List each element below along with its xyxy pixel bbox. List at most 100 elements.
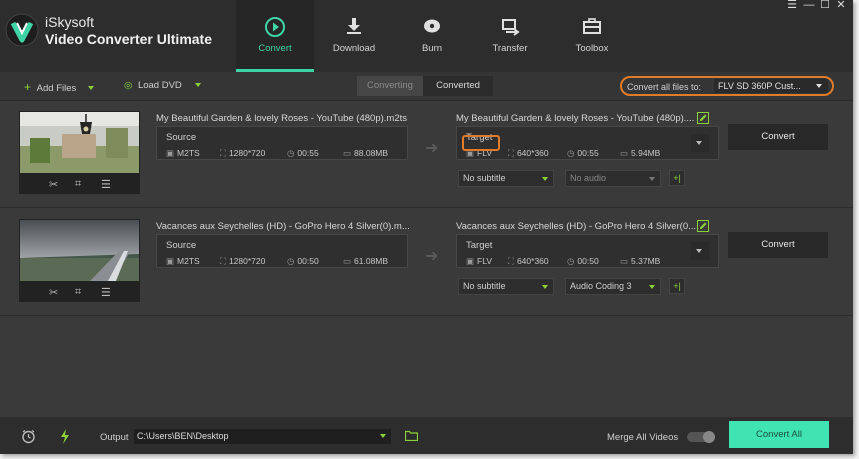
format-highlight: [462, 135, 500, 151]
load-dvd-button[interactable]: ◎ Load DVD: [124, 80, 202, 91]
convert-icon: [265, 17, 285, 37]
minimize-icon[interactable]: —: [803, 0, 815, 12]
audio-select[interactable]: Audio Coding 3: [565, 278, 661, 295]
resolution-icon: ⛶: [508, 256, 514, 266]
folder-icon: ▭: [343, 256, 352, 266]
convert-all-format-value: FLV SD 360P Cust...: [718, 81, 801, 91]
film-icon: ▣: [166, 256, 175, 266]
convert-all-button[interactable]: Convert All: [729, 421, 829, 448]
video-thumbnail[interactable]: ✂ ⌗ ☰: [19, 111, 140, 194]
alarm-clock-icon[interactable]: [21, 429, 36, 444]
target-size: 5.37MB: [631, 256, 661, 266]
dvd-icon: ◎: [124, 80, 133, 91]
film-icon: ▣: [166, 148, 175, 158]
convert-button[interactable]: Convert: [728, 232, 828, 258]
target-title: My Beautiful Garden & lovely Roses - You…: [456, 113, 695, 124]
subtitle-select[interactable]: No subtitle: [458, 170, 554, 187]
target-heading: Target: [466, 240, 493, 251]
file-row: ✂ ⌗ ☰ Vacances aux Seychelles (HD) - GoP…: [0, 208, 853, 316]
tab-toolbox[interactable]: Toolbox: [554, 0, 630, 72]
add-icon: +: [24, 80, 32, 94]
thumbnail-tools: ✂ ⌗ ☰: [19, 174, 140, 194]
target-duration: 00:50: [577, 256, 599, 266]
brand-name: iSkysoft: [45, 14, 95, 30]
target-resolution: 640*360: [516, 148, 549, 158]
source-heading: Source: [166, 240, 197, 251]
source-resolution: 1280*720: [228, 148, 266, 158]
maximize-icon[interactable]: ☐: [819, 0, 831, 12]
tab-transfer[interactable]: Transfer: [472, 0, 548, 72]
audio-value: Audio Coding 3: [570, 281, 632, 291]
target-size: 5.94MB: [631, 148, 661, 158]
effects-icon[interactable]: ☰: [101, 286, 111, 299]
source-title: Vacances aux Seychelles (HD) - GoPro Her…: [156, 221, 410, 232]
folder-icon: ▭: [620, 256, 629, 266]
open-folder-icon[interactable]: [405, 430, 418, 441]
scissors-icon[interactable]: ✂: [49, 286, 58, 299]
tab-toolbox-label: Toolbox: [575, 43, 609, 54]
convert-button[interactable]: Convert: [728, 124, 828, 150]
convert-all-format-select[interactable]: FLV SD 360P Cust...: [714, 79, 828, 93]
tab-download-label: Download: [332, 43, 376, 54]
target-title: Vacances aux Seychelles (HD) - GoPro Her…: [456, 221, 697, 232]
video-thumbnail[interactable]: ✂ ⌗ ☰: [19, 219, 140, 302]
clock-icon: ◷: [567, 256, 575, 266]
chevron-down-icon[interactable]: [87, 86, 94, 91]
edit-icon[interactable]: [697, 112, 709, 124]
crop-icon[interactable]: ⌗: [75, 178, 81, 191]
folder-icon: ▭: [343, 148, 352, 158]
file-row: ✂ ⌗ ☰ My Beautiful Garden & lovely Roses…: [0, 100, 853, 208]
chevron-down-icon: [696, 141, 702, 145]
arrow-right-icon: ➜: [425, 248, 439, 265]
source-heading: Source: [166, 132, 197, 143]
output-path-value: C:\Users\BEN\Desktop: [137, 431, 229, 441]
lightning-icon[interactable]: [60, 429, 70, 444]
source-title: My Beautiful Garden & lovely Roses - You…: [156, 113, 407, 124]
target-format-dropdown[interactable]: [691, 242, 709, 260]
add-audio-icon[interactable]: +|: [669, 278, 685, 294]
audio-value: No audio: [570, 173, 607, 183]
top-bar: iSkysoft Video Converter Ultimate Conver…: [0, 0, 853, 72]
status-tabs: Converting Converted: [357, 76, 493, 96]
thumbnail-image: [20, 220, 139, 281]
output-path-select[interactable]: C:\Users\BEN\Desktop: [134, 429, 391, 444]
audio-select[interactable]: No audio: [565, 170, 661, 187]
convert-all-label: Convert all files to:: [627, 82, 702, 92]
merge-all-videos-toggle[interactable]: [687, 431, 715, 443]
tab-download[interactable]: Download: [316, 0, 392, 72]
tab-converted[interactable]: Converted: [423, 76, 493, 96]
folder-icon: ▭: [620, 148, 629, 158]
edit-icon[interactable]: [697, 220, 709, 232]
toolbox-icon: [583, 18, 601, 34]
product-name: Video Converter Ultimate: [45, 31, 213, 47]
close-icon[interactable]: ✕: [835, 0, 847, 12]
clock-icon: ◷: [287, 256, 295, 266]
subtitle-select[interactable]: No subtitle: [458, 278, 554, 295]
source-size: 88.08MB: [354, 148, 389, 158]
merge-all-videos-label: Merge All Videos: [607, 432, 679, 443]
output-label: Output: [100, 432, 129, 443]
tab-burn-label: Burn: [421, 43, 443, 54]
clock-icon: ◷: [567, 148, 575, 158]
subtitle-value: No subtitle: [463, 173, 506, 183]
effects-icon[interactable]: ☰: [101, 178, 111, 191]
clock-icon: ◷: [287, 148, 295, 158]
chevron-down-icon[interactable]: [195, 83, 202, 88]
source-duration: 00:50: [297, 256, 319, 266]
chevron-down-icon: [380, 434, 386, 438]
tab-convert[interactable]: Convert: [236, 0, 314, 72]
menu-icon[interactable]: ☰: [786, 0, 798, 12]
app-logo: [5, 13, 39, 47]
tab-burn[interactable]: Burn: [394, 0, 470, 72]
convert-all-files-to: Convert all files to: FLV SD 360P Cust..…: [620, 76, 834, 96]
add-audio-icon[interactable]: +|: [669, 170, 685, 186]
source-format: M2TS: [177, 148, 200, 158]
target-format-dropdown[interactable]: [691, 134, 709, 152]
target-info-panel[interactable]: Target ▣ FLV ⛶ 640*360 ◷ 00:50 ▭ 5.37MB: [456, 234, 719, 268]
chevron-down-icon: [542, 285, 548, 289]
crop-icon[interactable]: ⌗: [75, 286, 81, 299]
add-files-button[interactable]: + Add Files: [24, 80, 94, 94]
scissors-icon[interactable]: ✂: [49, 178, 58, 191]
tab-converting[interactable]: Converting: [357, 76, 423, 96]
subtitle-value: No subtitle: [463, 281, 506, 291]
